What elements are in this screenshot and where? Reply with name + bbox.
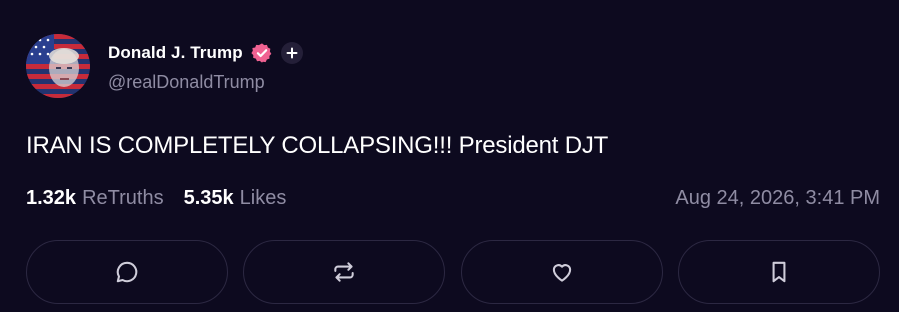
post-header: Donald J. Trump @realDonaldTrump (26, 34, 303, 98)
likes-count: 5.35k (183, 187, 234, 209)
post-actions (26, 240, 880, 304)
post-timestamp[interactable]: Aug 24, 2026, 3:41 PM (675, 187, 880, 210)
author-handle[interactable]: @realDonaldTrump (108, 72, 303, 93)
post-stats: 1.32k ReTruths 5.35k Likes Aug 24, 2026,… (26, 187, 880, 210)
heart-icon (552, 264, 571, 282)
verified-badge-icon (251, 42, 272, 63)
bookmark-icon (772, 261, 786, 283)
plus-badge[interactable] (280, 41, 303, 64)
reply-button[interactable] (26, 240, 228, 304)
author-name-row: Donald J. Trump (108, 40, 303, 66)
comment-icon (116, 261, 138, 283)
retruths-stat[interactable]: 1.32k ReTruths (26, 187, 164, 210)
retruth-button[interactable] (243, 240, 446, 304)
likes-label: Likes (239, 187, 287, 209)
author-display-name[interactable]: Donald J. Trump (108, 43, 243, 63)
flag-portrait-avatar-icon (26, 34, 90, 98)
avatar[interactable] (26, 34, 90, 98)
like-button[interactable] (460, 240, 663, 304)
retruths-label: ReTruths (82, 187, 164, 209)
post-body-text: IRAN IS COMPLETELY COLLAPSING!!! Preside… (26, 132, 609, 159)
author-names: Donald J. Trump @realDonaldTrump (108, 40, 303, 93)
repost-icon (334, 262, 355, 282)
likes-stat[interactable]: 5.35k Likes (184, 187, 287, 210)
truth-post: Donald J. Trump @realDonaldTrump IRAN IS… (0, 0, 899, 312)
retruths-count: 1.32k (26, 187, 77, 209)
plus-badge-icon (286, 47, 298, 58)
bookmark-button[interactable] (677, 240, 880, 304)
